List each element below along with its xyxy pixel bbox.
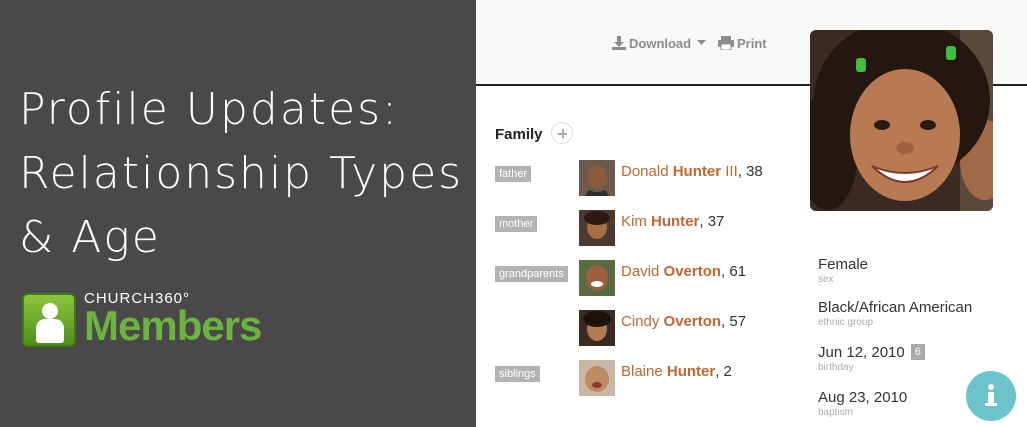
- download-button[interactable]: Download: [612, 36, 709, 51]
- sex-caption: sex: [818, 274, 834, 285]
- download-label: Download: [629, 36, 692, 51]
- avatar[interactable]: [579, 360, 615, 396]
- profile-photo: [810, 30, 993, 211]
- ethnic-group-caption: ethnic group: [818, 317, 874, 328]
- member-last-name: Overton: [663, 313, 722, 330]
- family-member-link[interactable]: Cindy Overton, 57: [621, 313, 746, 330]
- birthday-value: Jun 12, 2010 6: [818, 344, 925, 361]
- download-icon: [612, 36, 626, 50]
- avatar[interactable]: [579, 160, 615, 196]
- caret-down-icon: [696, 40, 706, 45]
- member-first-name: Kim: [621, 213, 647, 230]
- info-button[interactable]: [966, 371, 1016, 421]
- baptism-caption: baptism: [818, 407, 854, 418]
- member-last-name: Hunter: [672, 163, 722, 180]
- family-member-link[interactable]: David Overton, 61: [621, 263, 746, 280]
- member-first-name: David: [621, 263, 660, 280]
- print-button[interactable]: Print: [718, 36, 767, 51]
- birthday-caption: birthday: [818, 362, 854, 373]
- family-member-link[interactable]: Kim Hunter, 37: [621, 213, 724, 230]
- headline-line-3: & Age: [19, 212, 161, 263]
- member-last-name: Hunter: [651, 213, 700, 230]
- print-icon: [718, 36, 734, 51]
- member-age: , 38: [737, 163, 763, 180]
- headline: Profile Updates: Relationship Types & Ag…: [19, 78, 469, 270]
- member-suffix: III: [721, 163, 738, 180]
- print-label: Print: [737, 36, 767, 51]
- member-age: , 2: [715, 363, 732, 380]
- relation-badge: mother: [495, 216, 538, 232]
- member-last-name: Hunter: [666, 363, 716, 380]
- banner-panel: Profile Updates: Relationship Types & Ag…: [0, 0, 476, 427]
- age-badge: 6: [910, 344, 925, 360]
- family-member-link[interactable]: Donald Hunter III, 38: [621, 163, 763, 180]
- birthday-date: Jun 12, 2010: [818, 344, 905, 361]
- member-age: , 57: [721, 313, 747, 330]
- member-first-name: Blaine: [621, 363, 663, 380]
- relation-badge: father: [495, 166, 532, 182]
- ethnic-group-value: Black/African American: [818, 299, 973, 316]
- member-last-name: Overton: [663, 263, 722, 280]
- avatar[interactable]: [579, 260, 615, 296]
- logo-product-text: Members: [84, 302, 262, 349]
- relation-badge: grandparents: [495, 266, 568, 282]
- relation-badge: siblings: [495, 366, 540, 382]
- baptism-value: Aug 23, 2010: [818, 389, 908, 406]
- family-member-link[interactable]: Blaine Hunter, 2: [621, 363, 732, 380]
- avatar[interactable]: [579, 210, 615, 246]
- sex-value: Female: [818, 256, 869, 273]
- family-section-title: Family: [495, 126, 543, 143]
- avatar[interactable]: [579, 310, 615, 346]
- member-badge-icon: [22, 293, 76, 347]
- headline-line-2: Relationship Types: [19, 148, 464, 199]
- member-first-name: Cindy: [621, 313, 660, 330]
- member-age: , 61: [721, 263, 747, 280]
- member-first-name: Donald: [621, 163, 669, 180]
- member-age: , 37: [699, 213, 725, 230]
- headline-line-1: Profile Updates:: [19, 84, 399, 135]
- add-family-member-button[interactable]: [551, 122, 573, 144]
